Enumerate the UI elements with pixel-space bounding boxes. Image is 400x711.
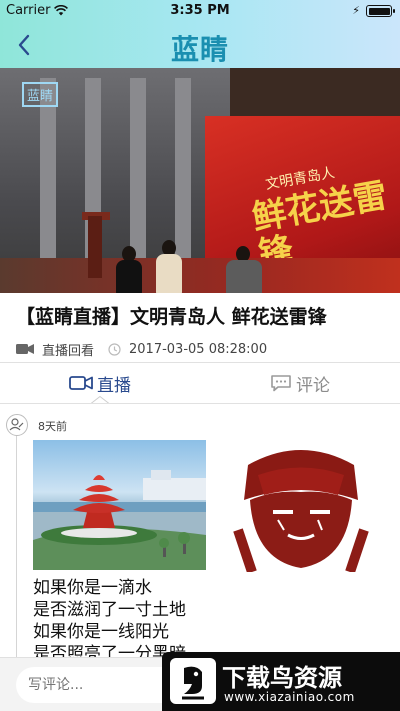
divider [0,403,400,404]
app-logo: 蓝睛 [170,33,229,66]
video-scene-pillar [175,78,191,258]
live-detail-screen: Carrier 3:35 PM ⚡ 蓝睛 文明青岛人 鲜花送雷锋 蓝睛 【蓝睛直… [0,0,400,711]
download-banner-url: www.xiazainiao.com [224,690,355,704]
landmark-illustration [33,470,206,570]
battery-icon [366,5,395,17]
post-avatar [6,414,28,436]
tab-comments[interactable]: 评论 [200,363,400,403]
charging-icon: ⚡ [352,4,360,17]
download-banner[interactable]: 下载鸟资源 www.xiazainiao.com [162,652,400,711]
tab-bar: 直播 评论 [0,363,400,404]
status-bar: Carrier 3:35 PM ⚡ [0,0,400,22]
status-time: 3:35 PM [170,3,230,18]
tab-comments-label: 评论 [296,375,330,396]
post-time: 8天前 [38,420,67,433]
video-person [226,260,262,293]
post-text-line: 如果你是一滴水 [33,578,152,598]
video-person [116,260,142,293]
portrait-illustration [233,450,369,574]
video-camera-icon [16,344,34,354]
post-image-portrait[interactable] [218,440,384,574]
post-text: 如果你是一滴水 是否滋润了一寸土地 如果你是一线阳光 是否照亮了一分黑暗 [33,577,186,665]
navigation-bar: 蓝睛 [0,22,400,68]
article-meta: 直播回看 2017-03-05 08:28:00 [16,340,268,359]
video-watermark: 蓝睛 [22,82,59,107]
video-camera-icon [69,376,93,390]
clock-icon [108,342,121,356]
video-scene-podium-stand [88,216,102,278]
tab-live-label: 直播 [97,375,131,396]
video-player[interactable]: 文明青岛人 鲜花送雷锋 蓝睛 [0,68,400,293]
article-category: 直播回看 [42,343,95,359]
video-person [156,254,182,293]
post-text-line: 如果你是一线阳光 [33,622,169,642]
article-datetime: 2017-03-05 08:28:00 [129,341,268,357]
post-text-line: 是否滋润了一寸土地 [33,600,186,620]
post-image-landmark[interactable] [33,440,206,570]
video-scene-floor [0,258,400,293]
video-scene-pillar [130,78,146,258]
article-title: 【蓝睛直播】文明青岛人 鲜花送雷锋 [16,306,327,328]
user-icon [9,418,24,431]
bird-logo-icon [170,658,216,704]
download-banner-title: 下载鸟资源 [222,664,342,692]
comment-bubble-icon [271,375,291,392]
